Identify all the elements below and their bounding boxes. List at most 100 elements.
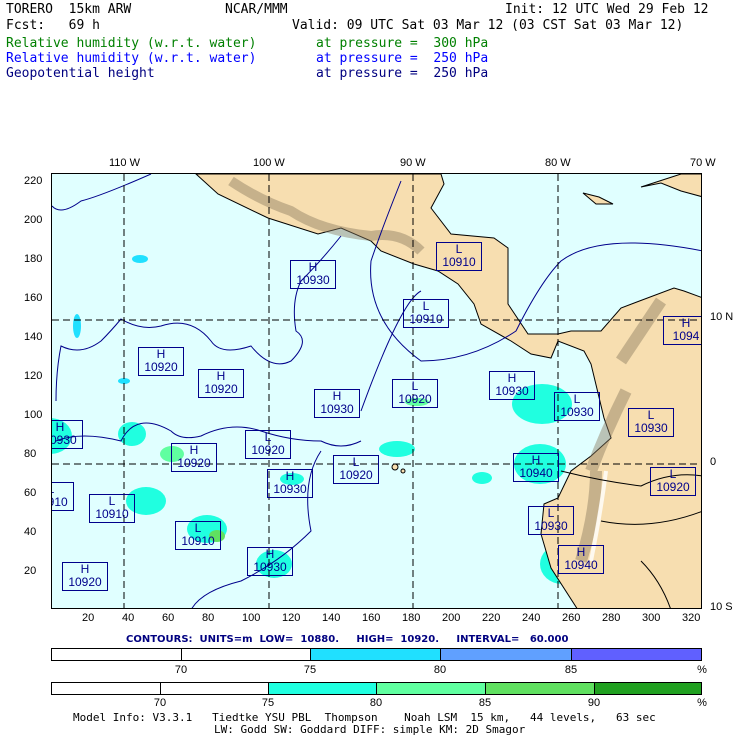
lon-label: 100 W <box>253 157 285 169</box>
valid-time: Valid: 09 UTC Sat 03 Mar 12 (03 CST Sat … <box>292 18 684 33</box>
grid-y-label: 20 <box>24 565 37 577</box>
grid-y-label: 80 <box>24 448 37 460</box>
colorbar-label: 75 <box>261 697 275 709</box>
pressure-center-label: H 10920 <box>171 443 217 472</box>
center-value: 10930 <box>296 273 330 287</box>
contour-info: CONTOURS: UNITS=m LOW= 10880. HIGH= 1092… <box>126 634 569 645</box>
colorbar-rh-300 <box>51 682 702 695</box>
colorbar-segment <box>52 683 161 694</box>
pressure-center-label: H10930 <box>489 371 535 400</box>
lon-label: 110 W <box>109 157 140 169</box>
model-name: TORERO 15km ARW <box>6 2 132 17</box>
colorbar-segment <box>311 649 441 660</box>
pressure-center-label: L10910 <box>175 521 221 550</box>
center-value: 1094 <box>672 329 700 343</box>
center-value: 10910 <box>442 255 476 269</box>
pressure-center-label: L10910 <box>403 299 449 328</box>
grid-x-label: 80 <box>202 612 215 624</box>
colorbar-rh-250 <box>51 648 702 661</box>
pressure-center-label: L 10920 <box>650 467 696 496</box>
center-value: 10930 <box>320 402 354 416</box>
field-level: at pressure = 300 hPa <box>316 36 489 51</box>
center-value: 10930 <box>534 519 568 533</box>
colorbar-label: 70 <box>174 664 188 676</box>
grid-x-label: 100 <box>242 612 261 624</box>
center-value: 10920 <box>398 392 432 406</box>
grid-x-label: 260 <box>562 612 581 624</box>
colorbar-label: 80 <box>433 664 447 676</box>
field-name: Relative humidity (w.r.t. water) <box>6 36 257 51</box>
center-value: 10910 <box>181 534 215 548</box>
colorbar-segment <box>269 683 377 694</box>
grid-x-label: 200 <box>442 612 461 624</box>
colorbar-segment <box>182 649 311 660</box>
center-value: 10910 <box>52 495 68 509</box>
grid-y-label: 220 <box>24 175 43 187</box>
model-physics: LW: Godd SW: Goddard DIFF: simple KM: 2D… <box>214 723 526 736</box>
pressure-center-label: L10910 <box>436 242 482 271</box>
grid-y-label: 160 <box>24 292 43 304</box>
field-name: Relative humidity (w.r.t. water) <box>6 51 257 66</box>
grid-x-label: 60 <box>162 612 175 624</box>
pressure-center-label: H10930 <box>247 547 293 576</box>
pressure-center-label: L10910 <box>52 482 74 511</box>
pressure-center-label: H10930 <box>314 389 360 418</box>
center-value: 10920 <box>339 468 373 482</box>
colorbar-label: 90 <box>587 697 601 709</box>
grid-y-label: 40 <box>24 526 37 538</box>
grid-y-label: 180 <box>24 253 43 265</box>
center-value: 10930 <box>495 384 529 398</box>
lat-label: 10 N <box>710 311 734 323</box>
colorbar-segment <box>52 649 182 660</box>
colorbar-label: 70 <box>153 697 167 709</box>
pressure-center-label: L 10930 <box>628 408 674 437</box>
center-value: 10930 <box>253 560 287 574</box>
lon-label: 90 W <box>400 157 426 169</box>
pressure-center-label: H 10920 <box>62 562 108 591</box>
center-value: 10930 <box>273 482 307 496</box>
map-canvas <box>52 174 701 608</box>
center-value: 10930 <box>560 405 594 419</box>
pressure-center-label: H 10940 <box>513 453 559 482</box>
grid-y-label: 100 <box>24 409 43 421</box>
grid-x-label: 40 <box>122 612 135 624</box>
grid-x-label: 140 <box>322 612 341 624</box>
grid-x-label: 300 <box>642 612 661 624</box>
pressure-center-label: L 10930 <box>528 506 574 535</box>
lat-label: 0 <box>710 456 717 468</box>
colorbar-label: 75 <box>303 664 317 676</box>
field-name: Geopotential height <box>6 66 155 81</box>
grid-y-label: 200 <box>24 214 43 226</box>
colorbar-label: 85 <box>478 697 492 709</box>
pressure-center-label: H 1094 <box>663 316 701 345</box>
organization: NCAR/MMM <box>225 2 288 17</box>
center-value: 10910 <box>95 507 129 521</box>
colorbar-label: % <box>697 664 707 676</box>
colorbar-label: 80 <box>369 697 383 709</box>
field-level: at pressure = 250 hPa <box>316 66 489 81</box>
land <box>195 174 701 608</box>
grid-y-label: 60 <box>24 487 37 499</box>
grid-x-label: 240 <box>522 612 541 624</box>
lon-label: 70 W <box>690 157 716 169</box>
colorbar-segment <box>486 683 595 694</box>
center-value: 10930 <box>52 433 77 447</box>
colorbar-segment <box>377 683 486 694</box>
center-value: 10940 <box>564 558 598 572</box>
pressure-center-label: L10910 <box>89 494 135 523</box>
pressure-center-label: H 10940 <box>558 545 604 574</box>
forecast-hour: Fcst: 69 h <box>6 18 100 33</box>
grid-x-label: 20 <box>82 612 95 624</box>
colorbar-segment <box>441 649 572 660</box>
weather-map-page: TORERO 15km ARW NCAR/MMM Init: 12 UTC We… <box>0 0 740 740</box>
grid-y-label: 120 <box>24 370 43 382</box>
center-value: 10920 <box>177 456 211 470</box>
pressure-center-label: H10930 <box>290 260 336 289</box>
grid-y-label: 140 <box>24 331 43 343</box>
init-time: Init: 12 UTC Wed 29 Feb 12 <box>505 2 709 17</box>
pressure-center-label: H 10920 <box>198 369 244 398</box>
colorbar-segment <box>595 683 701 694</box>
pressure-center-label: L 10920 <box>245 430 291 459</box>
colorbar-segment <box>572 649 701 660</box>
pressure-center-label: H10930 <box>267 469 313 498</box>
